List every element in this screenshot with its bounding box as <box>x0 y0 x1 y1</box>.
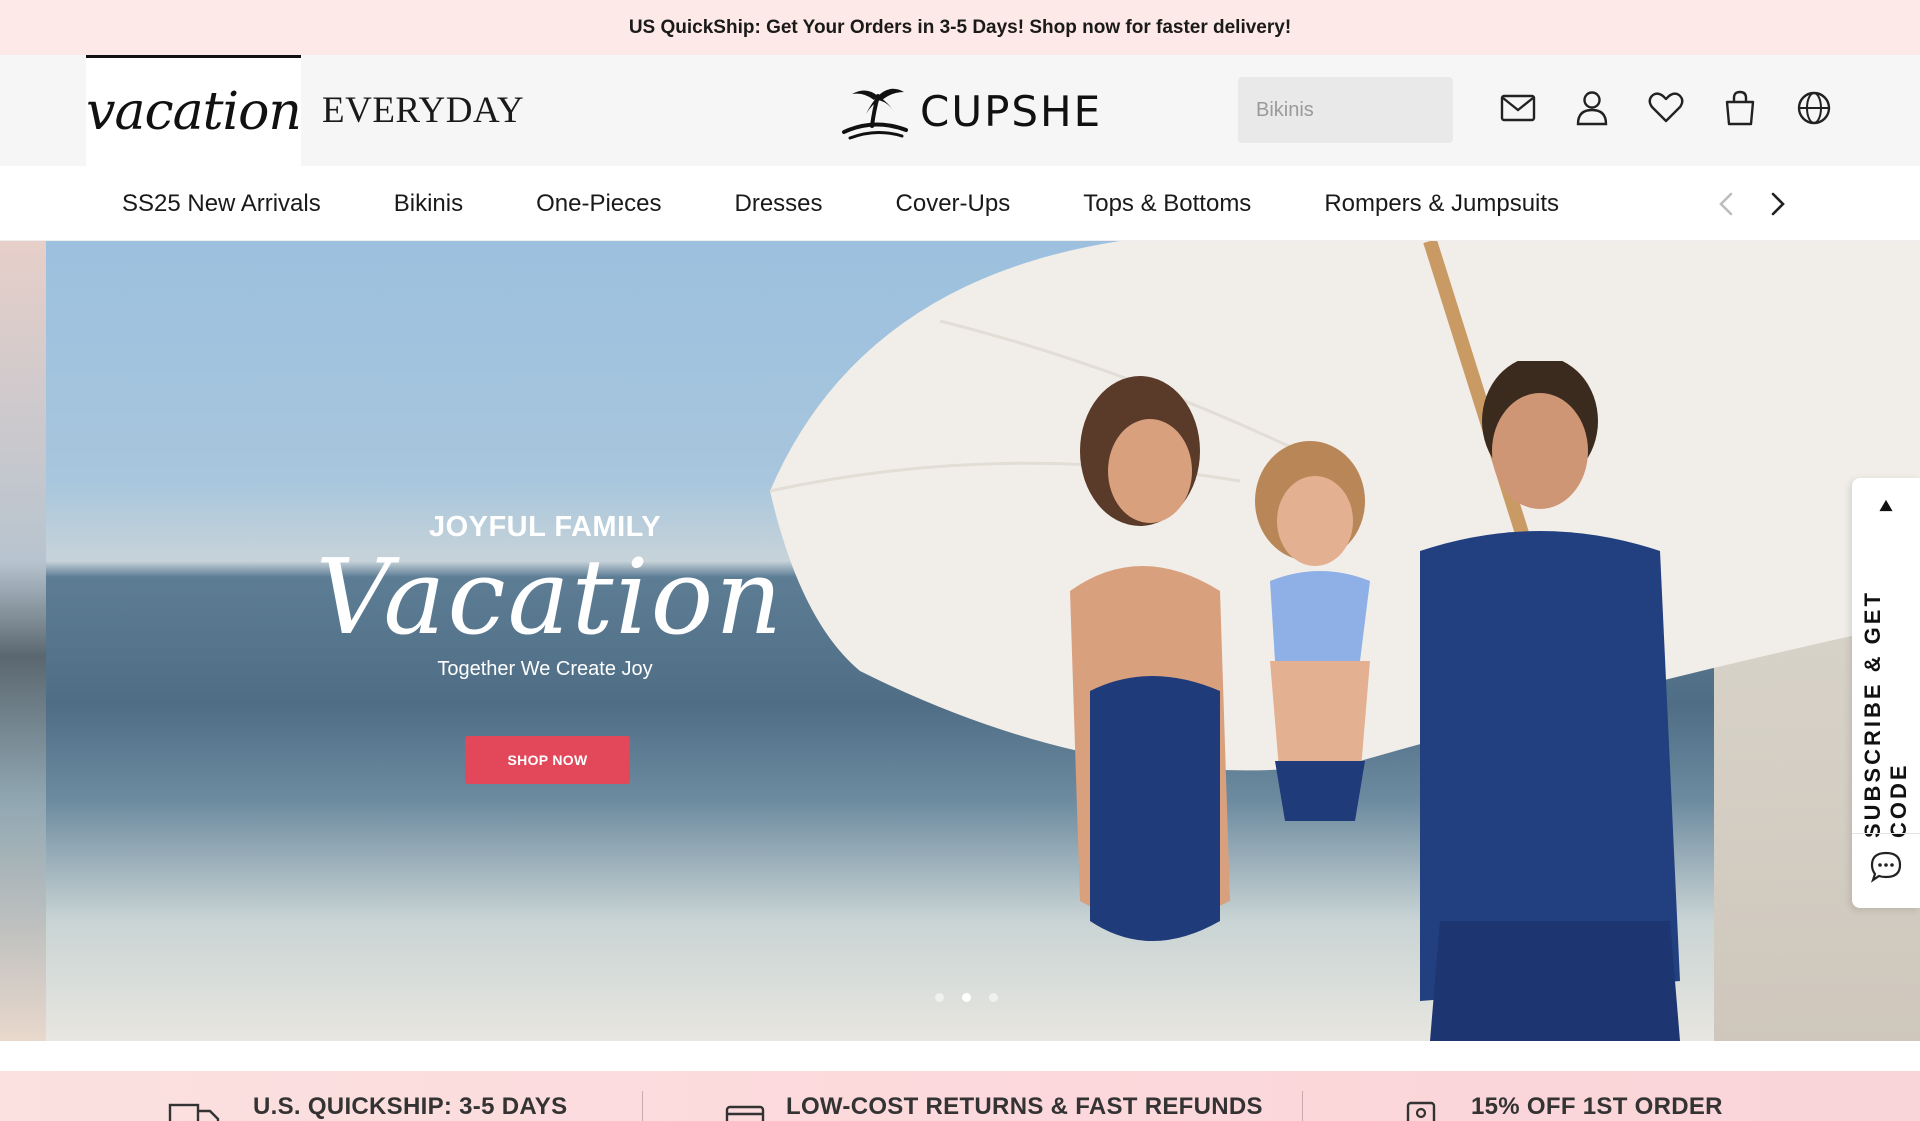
tab-vacation-label: vacation <box>86 82 302 142</box>
benefit-label: U.S. QUICKSHIP: 3-5 DAYS <box>253 1093 568 1120</box>
announcement-text: US QuickShip: Get Your Orders in 3-5 Day… <box>628 16 1292 38</box>
carousel-dot[interactable] <box>935 993 944 1002</box>
benefit-label: 15% OFF 1ST ORDER <box>1471 1093 1723 1120</box>
chevron-right-icon[interactable] <box>1768 190 1788 218</box>
chevron-left-icon[interactable] <box>1716 190 1736 218</box>
tab-everyday-label: EVERYDAY <box>322 90 525 131</box>
triangle-up-icon <box>1879 499 1893 512</box>
search-input[interactable] <box>1256 98 1521 122</box>
nav-item-rompers-jumpsuits[interactable]: Rompers & Jumpsuits <box>1324 190 1559 218</box>
brand-logo[interactable]: CUPSHE <box>836 81 1102 141</box>
benefit-discount[interactable]: 15% OFF 1ST ORDER <box>1303 1071 1920 1121</box>
brand-name: CUPSHE <box>920 86 1103 136</box>
card-icon <box>725 1105 765 1121</box>
header-icons <box>1500 89 1832 127</box>
nav-item-new-arrivals[interactable]: SS25 New Arrivals <box>122 190 321 218</box>
wishlist-icon[interactable] <box>1648 89 1684 127</box>
subscribe-side-tab[interactable]: SUBSCRIBE & GET CODE <box>1852 478 1920 908</box>
carousel-dots <box>935 993 998 1002</box>
truck-icon <box>168 1103 220 1121</box>
previous-slide-peek[interactable] <box>0 241 46 1041</box>
category-nav: SS25 New Arrivals Bikinis One-Pieces Dre… <box>0 166 1920 241</box>
family-photo <box>1070 361 1680 1041</box>
chat-icon[interactable] <box>1869 850 1903 884</box>
nav-item-one-pieces[interactable]: One-Pieces <box>536 190 661 218</box>
hero-script-title: Vacation <box>315 536 785 658</box>
shop-now-button[interactable]: SHOP NOW <box>465 736 630 784</box>
hero-subtitle: Together We Create Joy <box>437 658 653 681</box>
palm-tree-icon <box>842 88 908 140</box>
hero-copy: JOYFUL FAMILY Vacation Together We Creat… <box>270 511 830 681</box>
carousel-dot[interactable] <box>989 993 998 1002</box>
benefit-returns[interactable]: LOW-COST RETURNS & FAST REFUNDS <box>643 1071 1303 1121</box>
nav-item-cover-ups[interactable]: Cover-Ups <box>896 190 1011 218</box>
coupon-icon <box>1406 1101 1436 1121</box>
nav-item-bikinis[interactable]: Bikinis <box>394 190 463 218</box>
cart-icon[interactable] <box>1722 89 1758 127</box>
benefit-label: LOW-COST RETURNS & FAST REFUNDS <box>786 1093 1263 1120</box>
globe-icon[interactable] <box>1796 89 1832 127</box>
account-icon[interactable] <box>1574 89 1610 127</box>
benefits-strip: U.S. QUICKSHIP: 3-5 DAYS LOW-COST RETURN… <box>0 1071 1920 1121</box>
benefit-quickship[interactable]: U.S. QUICKSHIP: 3-5 DAYS <box>0 1071 643 1121</box>
site-header: vacation EVERYDAY CUPSHE <box>0 55 1920 166</box>
tab-everyday[interactable]: EVERYDAY <box>322 55 524 166</box>
nav-item-dresses[interactable]: Dresses <box>735 190 823 218</box>
mail-icon[interactable] <box>1500 89 1536 127</box>
subscribe-label: SUBSCRIBE & GET CODE <box>1860 590 1911 838</box>
hero-banner[interactable]: JOYFUL FAMILY Vacation Together We Creat… <box>0 241 1920 1041</box>
tab-vacation[interactable]: vacation <box>86 55 302 166</box>
search-box[interactable] <box>1238 77 1521 143</box>
announcement-bar[interactable]: US QuickShip: Get Your Orders in 3-5 Day… <box>0 0 1920 55</box>
carousel-dot-active[interactable] <box>962 993 971 1002</box>
nav-item-tops-bottoms[interactable]: Tops & Bottoms <box>1083 190 1251 218</box>
